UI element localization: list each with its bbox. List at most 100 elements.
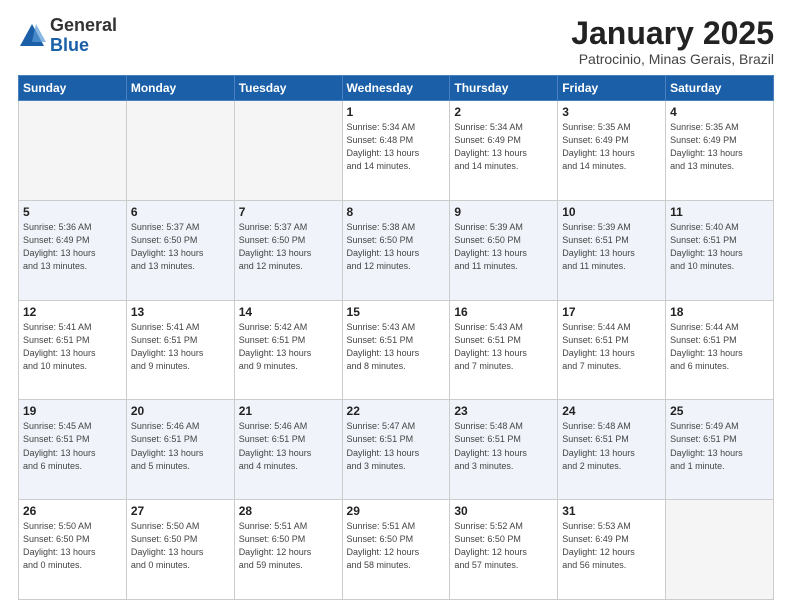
day-info: Sunrise: 5:48 AM Sunset: 6:51 PM Dayligh… bbox=[562, 420, 661, 472]
table-row: 13Sunrise: 5:41 AM Sunset: 6:51 PM Dayli… bbox=[126, 300, 234, 400]
day-info: Sunrise: 5:45 AM Sunset: 6:51 PM Dayligh… bbox=[23, 420, 122, 472]
header-monday: Monday bbox=[126, 76, 234, 101]
location-label: Patrocinio, Minas Gerais, Brazil bbox=[571, 51, 774, 67]
day-info: Sunrise: 5:50 AM Sunset: 6:50 PM Dayligh… bbox=[131, 520, 230, 572]
day-number: 5 bbox=[23, 205, 122, 219]
day-number: 29 bbox=[347, 504, 446, 518]
table-row: 4 Sunrise: 5:35 AM Sunset: 6:49 PM Daylig… bbox=[666, 101, 774, 201]
day-number: 21 bbox=[239, 404, 338, 418]
day-number: 10 bbox=[562, 205, 661, 219]
table-row: 14 Sunrise: 5:42 AM Sunset: 6:51 PM Dayli… bbox=[234, 300, 342, 400]
table-row: 17 Sunrise: 5:44 AM Sunset: 6:51 PM Dayli… bbox=[558, 300, 666, 400]
day-number: 11 bbox=[670, 205, 769, 219]
table-row: 5Sunrise: 5:36 AM Sunset: 6:49 PM Daylig… bbox=[19, 200, 127, 300]
day-info: Sunrise: 5:38 AM Sunset: 6:50 PM Dayligh… bbox=[347, 221, 446, 273]
day-info: Sunrise: 5:43 AM Sunset: 6:51 PM Dayligh… bbox=[347, 321, 446, 373]
logo-icon bbox=[18, 22, 46, 50]
day-info: Sunrise: 5:37 AM Sunset: 6:50 PM Dayligh… bbox=[131, 221, 230, 273]
day-number: 31 bbox=[562, 504, 661, 518]
day-info: Sunrise: 5:35 AM Sunset: 6:49 PM Dayligh… bbox=[562, 121, 661, 173]
header-saturday: Saturday bbox=[666, 76, 774, 101]
title-area: January 2025 Patrocinio, Minas Gerais, B… bbox=[571, 16, 774, 67]
day-number: 2 bbox=[454, 105, 553, 119]
day-info: Sunrise: 5:50 AM Sunset: 6:50 PM Dayligh… bbox=[23, 520, 122, 572]
day-number: 28 bbox=[239, 504, 338, 518]
calendar-table: Sunday Monday Tuesday Wednesday Thursday… bbox=[18, 75, 774, 600]
table-row: 28 Sunrise: 5:51 AM Sunset: 6:50 PM Dayli… bbox=[234, 500, 342, 600]
day-info: Sunrise: 5:39 AM Sunset: 6:50 PM Dayligh… bbox=[454, 221, 553, 273]
day-number: 3 bbox=[562, 105, 661, 119]
table-row bbox=[19, 101, 127, 201]
table-row: 29 Sunrise: 5:51 AM Sunset: 6:50 PM Dayli… bbox=[342, 500, 450, 600]
table-row: 7Sunrise: 5:37 AM Sunset: 6:50 PM Daylig… bbox=[234, 200, 342, 300]
day-number: 17 bbox=[562, 305, 661, 319]
table-row: 6 Sunrise: 5:37 AM Sunset: 6:50 PM Daylig… bbox=[126, 200, 234, 300]
day-info: Sunrise: 5:44 AM Sunset: 6:51 PM Dayligh… bbox=[562, 321, 661, 373]
day-number: 8 bbox=[347, 205, 446, 219]
day-info: Sunrise: 5:35 AM Sunset: 6:49 PM Dayligh… bbox=[670, 121, 769, 173]
day-info: Sunrise: 5:39 AM Sunset: 6:51 PM Dayligh… bbox=[562, 221, 661, 273]
calendar-week-row: 12Sunrise: 5:41 AM Sunset: 6:51 PM Dayli… bbox=[19, 300, 774, 400]
day-number: 15 bbox=[347, 305, 446, 319]
day-info: Sunrise: 5:40 AM Sunset: 6:51 PM Dayligh… bbox=[670, 221, 769, 273]
day-number: 16 bbox=[454, 305, 553, 319]
month-title: January 2025 bbox=[571, 16, 774, 51]
table-row: 19Sunrise: 5:45 AM Sunset: 6:51 PM Dayli… bbox=[19, 400, 127, 500]
table-row bbox=[234, 101, 342, 201]
calendar-week-row: 26 Sunrise: 5:50 AM Sunset: 6:50 PM Dayli… bbox=[19, 500, 774, 600]
table-row: 22Sunrise: 5:47 AM Sunset: 6:51 PM Dayli… bbox=[342, 400, 450, 500]
day-info: Sunrise: 5:46 AM Sunset: 6:51 PM Dayligh… bbox=[239, 420, 338, 472]
day-number: 20 bbox=[131, 404, 230, 418]
logo: General Blue bbox=[18, 16, 117, 56]
table-row bbox=[126, 101, 234, 201]
table-row: 10 Sunrise: 5:39 AM Sunset: 6:51 PM Dayli… bbox=[558, 200, 666, 300]
table-row: 20 Sunrise: 5:46 AM Sunset: 6:51 PM Dayli… bbox=[126, 400, 234, 500]
day-info: Sunrise: 5:53 AM Sunset: 6:49 PM Dayligh… bbox=[562, 520, 661, 572]
header-thursday: Thursday bbox=[450, 76, 558, 101]
table-row: 1Sunrise: 5:34 AM Sunset: 6:48 PM Daylig… bbox=[342, 101, 450, 201]
day-number: 25 bbox=[670, 404, 769, 418]
table-row: 27 Sunrise: 5:50 AM Sunset: 6:50 PM Dayli… bbox=[126, 500, 234, 600]
header-tuesday: Tuesday bbox=[234, 76, 342, 101]
day-number: 14 bbox=[239, 305, 338, 319]
table-row: 8 Sunrise: 5:38 AM Sunset: 6:50 PM Daylig… bbox=[342, 200, 450, 300]
table-row: 18Sunrise: 5:44 AM Sunset: 6:51 PM Dayli… bbox=[666, 300, 774, 400]
day-number: 12 bbox=[23, 305, 122, 319]
day-info: Sunrise: 5:49 AM Sunset: 6:51 PM Dayligh… bbox=[670, 420, 769, 472]
day-info: Sunrise: 5:52 AM Sunset: 6:50 PM Dayligh… bbox=[454, 520, 553, 572]
day-number: 7 bbox=[239, 205, 338, 219]
table-row: 30 Sunrise: 5:52 AM Sunset: 6:50 PM Dayli… bbox=[450, 500, 558, 600]
table-row: 2 Sunrise: 5:34 AM Sunset: 6:49 PM Daylig… bbox=[450, 101, 558, 201]
day-info: Sunrise: 5:43 AM Sunset: 6:51 PM Dayligh… bbox=[454, 321, 553, 373]
table-row: 15 Sunrise: 5:43 AM Sunset: 6:51 PM Dayli… bbox=[342, 300, 450, 400]
day-info: Sunrise: 5:34 AM Sunset: 6:49 PM Dayligh… bbox=[454, 121, 553, 173]
day-number: 27 bbox=[131, 504, 230, 518]
day-info: Sunrise: 5:51 AM Sunset: 6:50 PM Dayligh… bbox=[347, 520, 446, 572]
day-number: 30 bbox=[454, 504, 553, 518]
table-row: 31 Sunrise: 5:53 AM Sunset: 6:49 PM Dayli… bbox=[558, 500, 666, 600]
day-number: 18 bbox=[670, 305, 769, 319]
table-row: 26 Sunrise: 5:50 AM Sunset: 6:50 PM Dayli… bbox=[19, 500, 127, 600]
day-number: 1 bbox=[347, 105, 446, 119]
table-row: 11 Sunrise: 5:40 AM Sunset: 6:51 PM Dayli… bbox=[666, 200, 774, 300]
table-row: 21 Sunrise: 5:46 AM Sunset: 6:51 PM Dayli… bbox=[234, 400, 342, 500]
header-friday: Friday bbox=[558, 76, 666, 101]
page: General Blue January 2025 Patrocinio, Mi… bbox=[0, 0, 792, 612]
day-info: Sunrise: 5:46 AM Sunset: 6:51 PM Dayligh… bbox=[131, 420, 230, 472]
logo-text: General Blue bbox=[50, 16, 117, 56]
table-row bbox=[666, 500, 774, 600]
day-info: Sunrise: 5:42 AM Sunset: 6:51 PM Dayligh… bbox=[239, 321, 338, 373]
header-wednesday: Wednesday bbox=[342, 76, 450, 101]
day-number: 23 bbox=[454, 404, 553, 418]
header-sunday: Sunday bbox=[19, 76, 127, 101]
day-number: 6 bbox=[131, 205, 230, 219]
logo-general-label: General bbox=[50, 16, 117, 36]
day-number: 4 bbox=[670, 105, 769, 119]
day-info: Sunrise: 5:48 AM Sunset: 6:51 PM Dayligh… bbox=[454, 420, 553, 472]
calendar-week-row: 1Sunrise: 5:34 AM Sunset: 6:48 PM Daylig… bbox=[19, 101, 774, 201]
day-number: 26 bbox=[23, 504, 122, 518]
day-info: Sunrise: 5:51 AM Sunset: 6:50 PM Dayligh… bbox=[239, 520, 338, 572]
day-number: 24 bbox=[562, 404, 661, 418]
day-number: 9 bbox=[454, 205, 553, 219]
table-row: 23 Sunrise: 5:48 AM Sunset: 6:51 PM Dayli… bbox=[450, 400, 558, 500]
